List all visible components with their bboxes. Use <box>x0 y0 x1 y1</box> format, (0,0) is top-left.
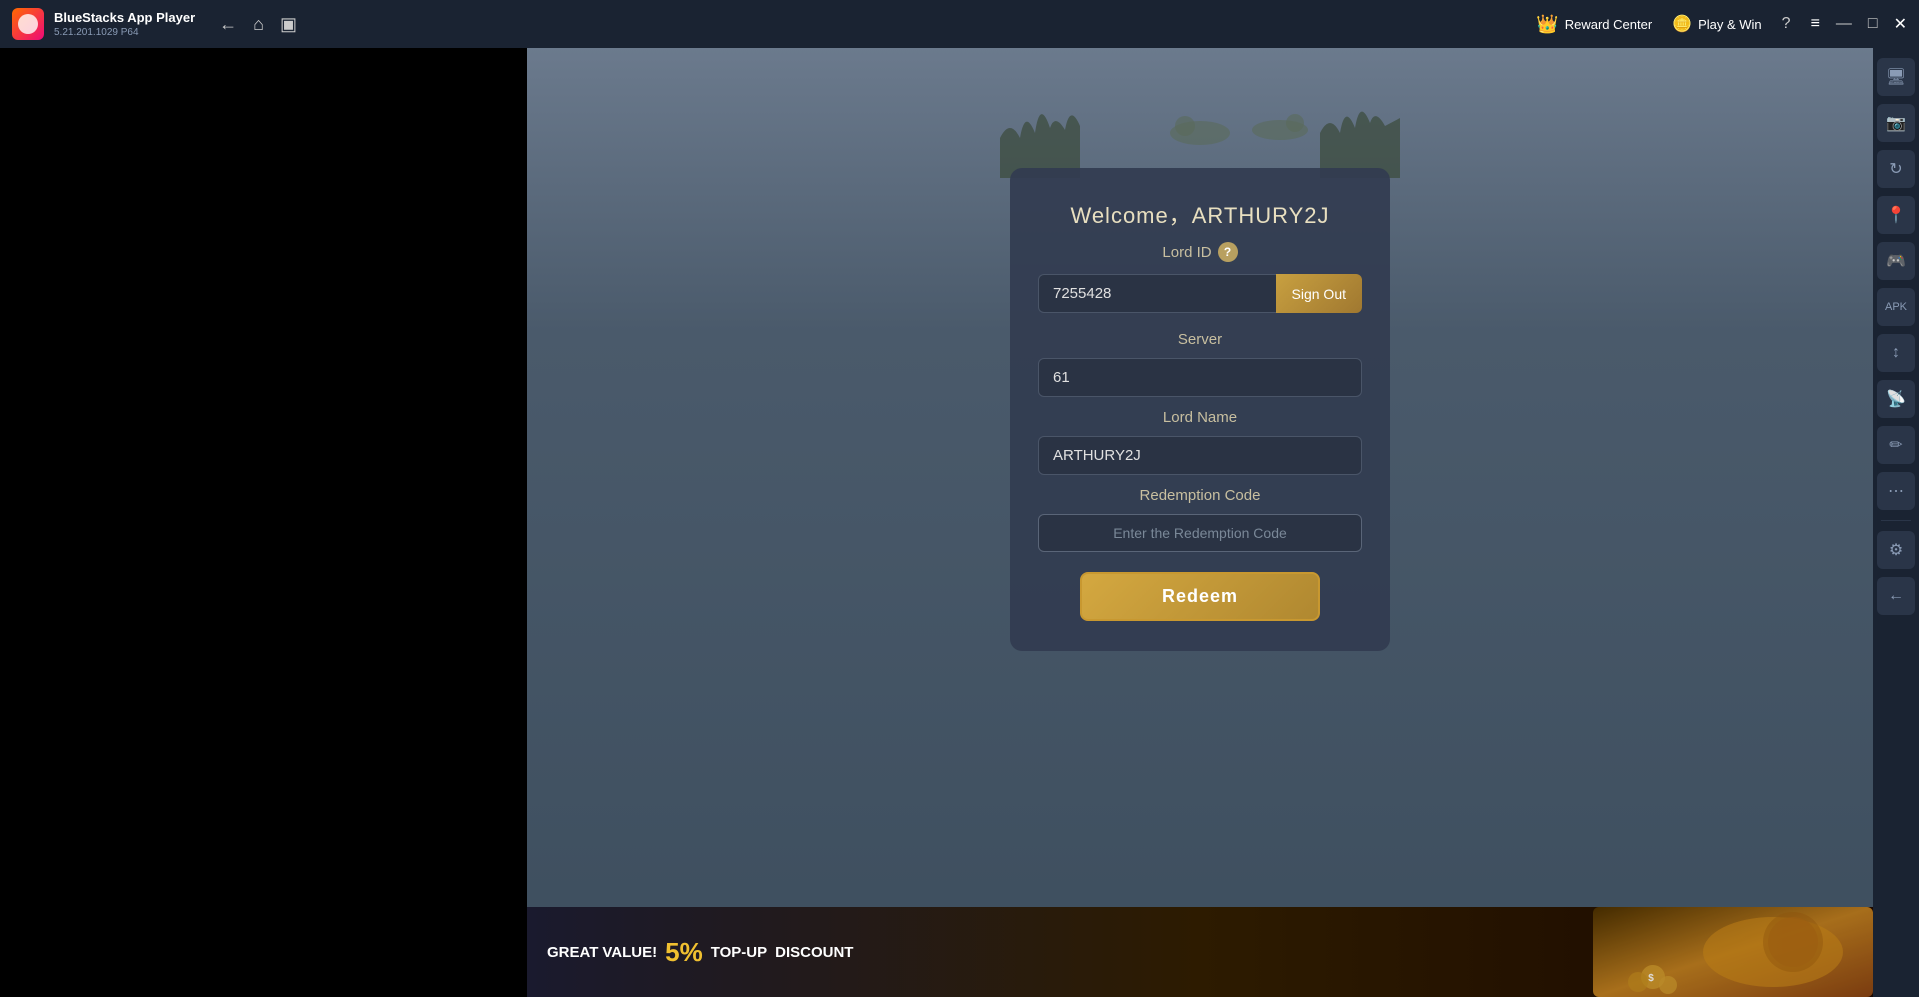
reward-center-label: Reward Center <box>1565 17 1652 32</box>
redemption-code-input[interactable] <box>1038 514 1362 552</box>
sidebar-location-button[interactable]: 📍 <box>1877 196 1915 234</box>
sidebar-rotate-button[interactable]: ↻ <box>1877 150 1915 188</box>
silhouette-decoration <box>527 48 1873 178</box>
maximize-button[interactable]: □ <box>1868 15 1878 33</box>
center-area: Welcome，ARTHURY2J Lord ID ? Sign Out Ser… <box>527 48 1873 997</box>
sidebar-gamepad-button[interactable]: 🎮 <box>1877 242 1915 280</box>
minimize-button[interactable]: — <box>1836 15 1852 33</box>
sidebar-resize-button[interactable]: ↕ <box>1877 334 1915 372</box>
banner-value: VALUE! <box>602 944 657 961</box>
banner-discount: DISCOUNT <box>775 944 853 961</box>
sidebar-display-button[interactable]: 🖥 <box>1877 58 1915 96</box>
banner-content: GREAT VALUE! 5% TOP-UP DISCOUNT <box>547 937 853 968</box>
left-area <box>0 48 527 997</box>
sidebar-divider <box>1881 520 1911 521</box>
play-win-button[interactable]: 🪙 Play & Win <box>1672 14 1762 34</box>
windows-button[interactable]: ▣ <box>280 14 297 35</box>
redeem-button[interactable]: Redeem <box>1080 572 1320 621</box>
app-version: 5.21.201.1029 P64 <box>54 27 195 38</box>
lord-name-input[interactable] <box>1038 436 1362 475</box>
help-button[interactable]: ? <box>1782 15 1791 33</box>
app-name: BlueStacks App Player <box>54 10 195 25</box>
sidebar-camera-button[interactable]: 📷 <box>1877 104 1915 142</box>
server-input[interactable] <box>1038 358 1362 397</box>
menu-button[interactable]: ≡ <box>1811 15 1820 33</box>
coin-icon: 🪙 <box>1672 14 1692 34</box>
play-win-label: Play & Win <box>1698 17 1762 32</box>
banner-lion-image: $ <box>1593 907 1873 997</box>
app-logo <box>12 8 44 40</box>
sidebar-apk-button[interactable]: APK <box>1877 288 1915 326</box>
close-button[interactable]: ✕ <box>1894 14 1907 34</box>
sidebar-back-button[interactable]: ← <box>1877 577 1915 615</box>
titlebar-nav: ← ⌂ ▣ <box>219 14 297 35</box>
window-controls: — □ ✕ <box>1836 14 1907 34</box>
lord-name-label: Lord Name <box>1163 409 1237 426</box>
sidebar-settings-button[interactable]: ⚙ <box>1877 531 1915 569</box>
lord-id-help-icon[interactable]: ? <box>1218 242 1238 262</box>
home-button[interactable]: ⌂ <box>253 14 264 35</box>
lord-id-row: Sign Out <box>1038 274 1362 313</box>
reward-center-button[interactable]: 👑 Reward Center <box>1536 14 1652 35</box>
svg-text:$: $ <box>1648 973 1654 984</box>
promo-banner[interactable]: GREAT VALUE! 5% TOP-UP DISCOUNT <box>527 907 1873 997</box>
right-sidebar: 🖥 📷 ↻ 📍 🎮 APK ↕ 📡 ✏ ⋯ ⚙ ← <box>1873 48 1919 997</box>
server-label: Server <box>1178 331 1222 348</box>
sign-out-button[interactable]: Sign Out <box>1276 274 1362 313</box>
sidebar-edit-button[interactable]: ✏ <box>1877 426 1915 464</box>
banner-great: GREAT <box>547 944 598 961</box>
sidebar-network-button[interactable]: 📡 <box>1877 380 1915 418</box>
welcome-text: Welcome，ARTHURY2J <box>1070 198 1329 230</box>
main-area: Welcome，ARTHURY2J Lord ID ? Sign Out Ser… <box>0 48 1919 997</box>
titlebar: BlueStacks App Player 5.21.201.1029 P64 … <box>0 0 1919 48</box>
crown-icon: 👑 <box>1536 14 1558 35</box>
lord-id-input[interactable] <box>1038 274 1276 313</box>
banner-topup: TOP-UP <box>711 944 767 961</box>
redemption-card: Welcome，ARTHURY2J Lord ID ? Sign Out Ser… <box>1010 168 1390 651</box>
redemption-code-label: Redemption Code <box>1140 487 1261 504</box>
back-button[interactable]: ← <box>219 14 237 35</box>
banner-percent: 5% <box>665 937 703 968</box>
sidebar-more-button[interactable]: ⋯ <box>1877 472 1915 510</box>
titlebar-right: 👑 Reward Center 🪙 Play & Win ? ≡ <box>1536 14 1820 35</box>
lord-id-label: Lord ID ? <box>1162 242 1237 262</box>
